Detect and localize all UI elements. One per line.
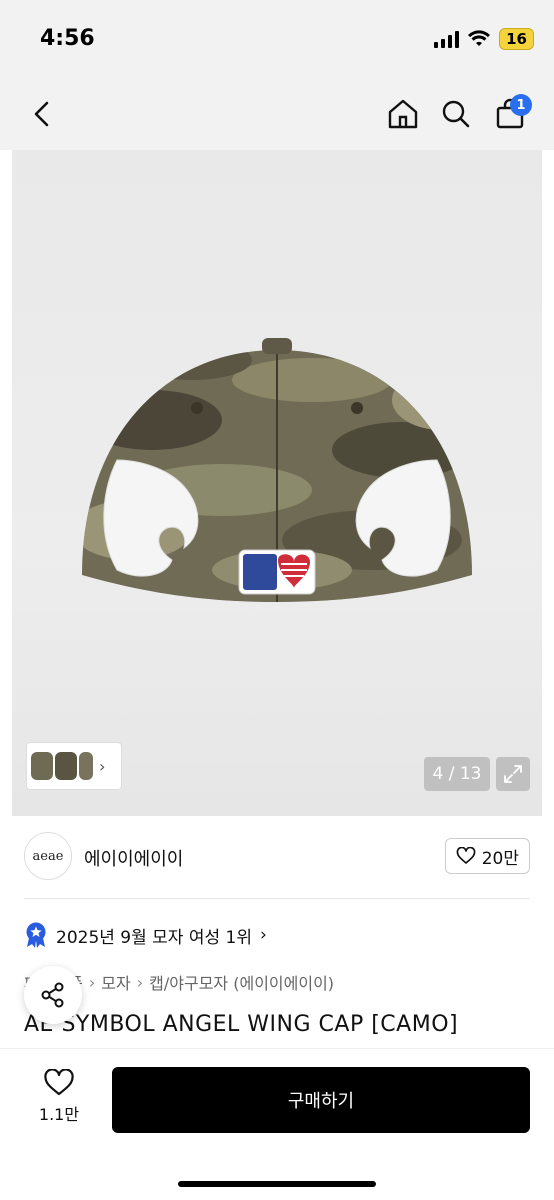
home-button[interactable] — [381, 92, 425, 136]
status-time: 4:56 — [40, 26, 95, 51]
wishlist-button[interactable]: 1.1만 — [30, 1069, 88, 1125]
chevron-right-icon: › — [260, 925, 267, 945]
cart-count-badge: 1 — [510, 94, 532, 116]
expand-icon — [504, 765, 522, 783]
ranking-text: 2025년 9월 모자 여성 1위 — [56, 927, 252, 948]
heart-icon — [44, 1069, 74, 1096]
image-page-counter: 4 / 13 — [424, 757, 490, 791]
brand-logo[interactable]: aeae — [24, 832, 72, 880]
share-button[interactable] — [24, 966, 82, 1024]
cellular-signal-icon — [434, 30, 460, 48]
home-icon — [388, 99, 418, 129]
thumbnail[interactable] — [79, 752, 93, 780]
search-button[interactable] — [434, 92, 478, 136]
thumbnail-strip[interactable]: › — [26, 742, 122, 790]
thumbnail[interactable] — [55, 752, 77, 780]
divider — [24, 898, 530, 899]
buy-button[interactable]: 구매하기 — [112, 1067, 530, 1133]
search-icon — [442, 100, 470, 128]
share-icon — [41, 982, 64, 1008]
heart-icon — [456, 847, 476, 864]
nav-bar: 1 — [0, 80, 554, 150]
breadcrumb-item[interactable]: 모자 — [101, 970, 130, 994]
wishlist-count: 1.1만 — [38, 1105, 80, 1124]
thumbnail[interactable] — [31, 752, 53, 780]
brand-like-count: 20만 — [481, 848, 519, 869]
breadcrumb-separator: › — [136, 972, 144, 992]
battery-icon: 16 — [499, 28, 534, 50]
brand-name[interactable]: 에이이에이이 — [84, 845, 183, 871]
cart-button[interactable]: 1 — [488, 92, 532, 136]
product-image-gallery[interactable]: › 4 / 13 — [12, 150, 542, 816]
back-chevron-icon — [34, 101, 49, 127]
brand-like-button[interactable]: 20만 — [444, 838, 530, 874]
expand-button[interactable] — [496, 757, 530, 791]
back-button[interactable] — [20, 92, 64, 136]
product-image — [82, 338, 472, 602]
brand-row: aeae 에이이에이이 20만 — [0, 830, 554, 890]
wifi-icon — [468, 30, 491, 46]
chevron-right-icon[interactable]: › — [99, 757, 105, 776]
breadcrumb-item[interactable]: 캡/야구모자 (에이이에이이) — [149, 970, 334, 994]
ranking-link[interactable]: 2025년 9월 모자 여성 1위 › — [24, 922, 267, 948]
status-icons: 16 — [434, 28, 534, 50]
product-title: AE SYMBOL ANGEL WING CAP [CAMO] — [24, 1012, 459, 1037]
ranking-badge-icon — [26, 922, 46, 948]
home-indicator — [178, 1181, 376, 1187]
status-bar: 4:56 16 — [0, 0, 554, 80]
breadcrumb-separator: › — [88, 972, 96, 992]
bottom-action-bar: 1.1만 구매하기 — [0, 1048, 554, 1200]
